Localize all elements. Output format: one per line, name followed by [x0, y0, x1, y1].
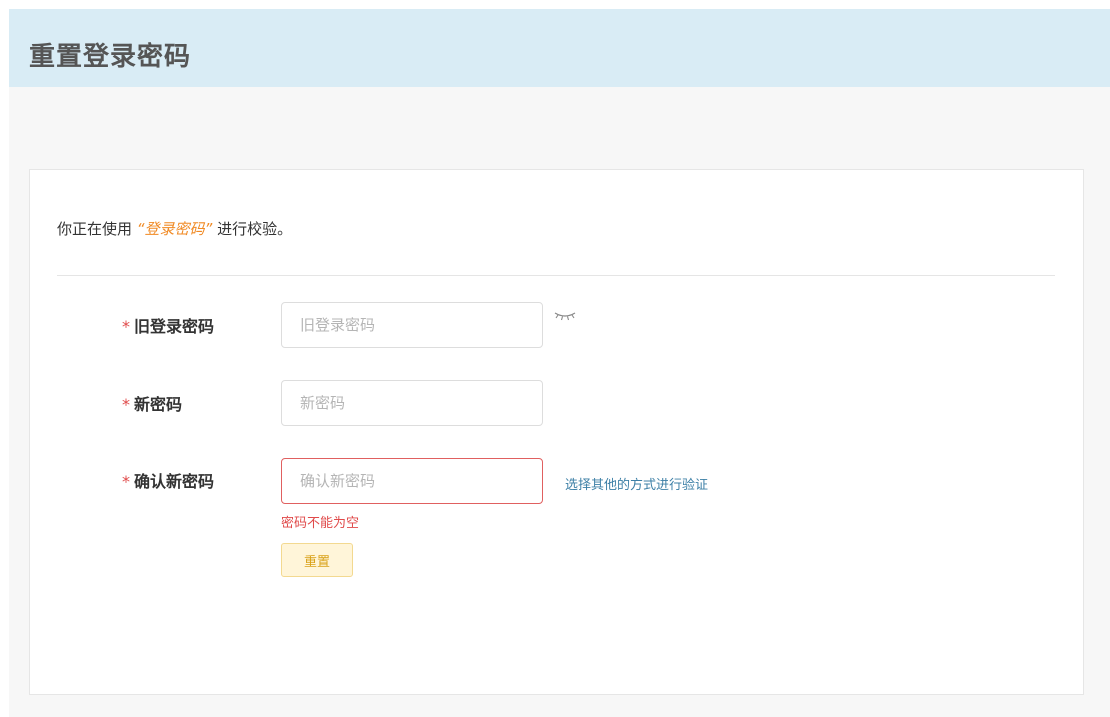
new-password-label-text: 新密码 — [134, 395, 183, 414]
old-password-label: * 旧登录密码 — [122, 313, 214, 337]
confirm-password-error: 密码不能为空 — [281, 516, 360, 531]
verification-method: “登录密码” — [136, 220, 213, 238]
divider — [57, 275, 1055, 276]
eye-closed-icon[interactable] — [553, 309, 577, 323]
confirm-password-label-text: 确认新密码 — [134, 472, 215, 491]
intro-prefix: 你正在使用 — [57, 220, 137, 238]
page: 重置登录密码 你正在使用 “登录密码” 进行校验。 * 旧登录密码 * 新密码 * 确… — [9, 9, 1110, 717]
new-password-input[interactable] — [281, 380, 543, 426]
intro-suffix: 进行校验。 — [212, 220, 293, 238]
required-mark: * — [122, 472, 130, 491]
alternative-verification-link[interactable]: 选择其他的方式进行验证 — [565, 474, 708, 493]
reset-button[interactable]: 重置 — [281, 543, 353, 577]
page-title: 重置登录密码 — [29, 42, 192, 72]
required-mark: * — [122, 395, 130, 414]
reset-password-card: 你正在使用 “登录密码” 进行校验。 * 旧登录密码 * 新密码 * 确认新密码 选择… — [29, 169, 1084, 695]
verification-intro: 你正在使用 “登录密码” 进行校验。 — [57, 218, 292, 239]
confirm-password-label: * 确认新密码 — [122, 468, 214, 492]
new-password-label: * 新密码 — [122, 391, 182, 415]
confirm-password-input[interactable] — [281, 458, 543, 504]
old-password-input[interactable] — [281, 302, 543, 348]
old-password-label-text: 旧登录密码 — [134, 317, 215, 336]
required-mark: * — [122, 317, 130, 336]
page-header: 重置登录密码 — [9, 9, 1110, 87]
